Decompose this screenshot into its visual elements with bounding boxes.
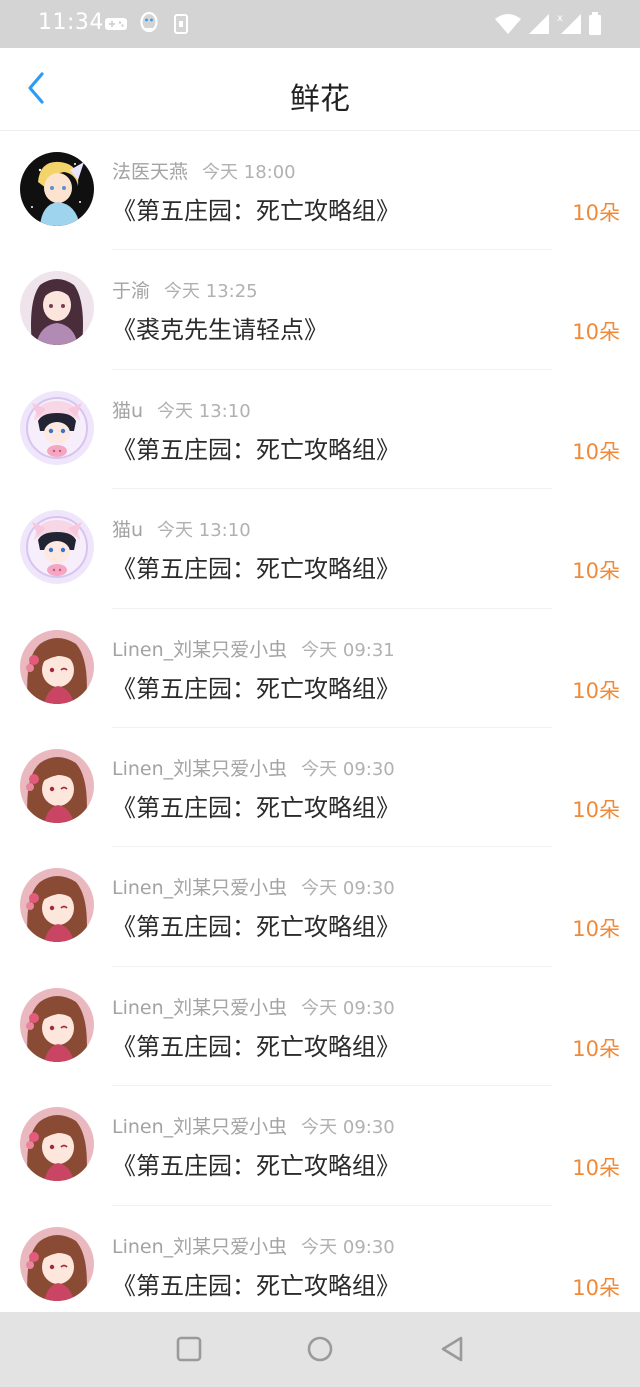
user-name[interactable]: Linen_刘某只爱小虫: [112, 639, 287, 661]
item-meta: Linen_刘某只爱小虫 今天 09:31: [112, 635, 395, 662]
book-title[interactable]: 《裘克先生请轻点》: [112, 310, 328, 345]
flower-count: 10朵: [572, 1036, 620, 1061]
user-name[interactable]: 猫u: [112, 519, 143, 541]
item-meta: 法医天燕 今天 18:00: [112, 157, 296, 184]
book-title[interactable]: 《第五庄园：死亡攻略组》: [112, 907, 400, 942]
signal-no-service-icon: x: [557, 13, 581, 34]
avatar[interactable]: [20, 1226, 94, 1301]
user-avatar-image: [20, 510, 94, 585]
book-title[interactable]: 《第五庄园：死亡攻略组》: [112, 1027, 400, 1062]
avatar[interactable]: [20, 629, 94, 704]
item-time: 今天 13:10: [157, 400, 251, 422]
flower-count: 10朵: [572, 320, 620, 345]
flower-list[interactable]: 法医天燕 今天 18:00 《第五庄园：死亡攻略组》 10朵 于渝 今天 13:25…: [0, 131, 640, 1312]
phone-icon: [174, 14, 188, 34]
book-title[interactable]: 《第五庄园：死亡攻略组》: [112, 430, 400, 465]
user-avatar-image: [20, 1107, 94, 1182]
item-meta: Linen_刘某只爱小虫 今天 09:30: [112, 993, 395, 1020]
list-item[interactable]: Linen_刘某只爱小虫 今天 09:31 《第五庄园：死亡攻略组》 10朵: [0, 609, 640, 729]
user-avatar-image: [20, 271, 94, 346]
wifi-icon: [495, 14, 521, 34]
flower-count: 10朵: [572, 201, 620, 225]
status-time: 11:34: [38, 10, 104, 35]
flower-count: 10朵: [572, 559, 620, 584]
avatar[interactable]: [20, 987, 94, 1062]
page-title: 鲜花: [290, 82, 350, 117]
item-time: 今天 18:00: [202, 162, 296, 183]
qq-icon: [140, 11, 158, 33]
avatar[interactable]: [20, 390, 94, 465]
user-avatar-image: [20, 629, 94, 704]
item-time: 今天 13:25: [164, 281, 258, 303]
item-time: 今天 13:10: [157, 520, 251, 542]
book-title[interactable]: 《第五庄园：死亡攻略组》: [112, 1266, 400, 1301]
item-time: 今天 09:30: [301, 1236, 395, 1258]
user-name[interactable]: Linen_刘某只爱小虫: [112, 1116, 287, 1138]
book-title[interactable]: 《第五庄园：死亡攻略组》: [112, 1146, 400, 1181]
user-avatar-image: [20, 868, 94, 943]
list-item[interactable]: Linen_刘某只爱小虫 今天 09:30 《第五庄园：死亡攻略组》 10朵: [0, 967, 640, 1087]
recents-square-icon[interactable]: [174, 1334, 204, 1364]
user-name[interactable]: Linen_刘某只爱小虫: [112, 1236, 287, 1258]
user-name[interactable]: 法医天燕: [112, 161, 188, 183]
avatar[interactable]: [20, 748, 94, 823]
battery-icon: [589, 12, 601, 35]
flower-count: 10朵: [572, 1156, 620, 1181]
item-time: 今天 09:30: [301, 878, 395, 900]
book-title[interactable]: 《第五庄园：死亡攻略组》: [112, 191, 400, 226]
list-item[interactable]: 猫u 今天 13:10 《第五庄园：死亡攻略组》 10朵: [0, 370, 640, 490]
user-avatar-image: [20, 987, 94, 1062]
list-item[interactable]: Linen_刘某只爱小虫 今天 09:30 《第五庄园：死亡攻略组》 10朵: [0, 1086, 640, 1206]
home-circle-icon[interactable]: [305, 1334, 335, 1364]
item-meta: Linen_刘某只爱小虫 今天 09:30: [112, 1112, 395, 1139]
gamepad-icon: [105, 18, 127, 30]
user-name[interactable]: Linen_刘某只爱小虫: [112, 997, 287, 1019]
user-avatar-image: [20, 748, 94, 823]
flower-count: 10朵: [572, 797, 620, 822]
user-avatar-image: [20, 152, 94, 226]
avatar[interactable]: [20, 152, 94, 226]
book-title[interactable]: 《第五庄园：死亡攻略组》: [112, 669, 400, 704]
item-meta: Linen_刘某只爱小虫 今天 09:30: [112, 873, 395, 900]
list-item[interactable]: Linen_刘某只爱小虫 今天 09:30 《第五庄园：死亡攻略组》 10朵: [0, 728, 640, 848]
avatar[interactable]: [20, 868, 94, 943]
flower-count: 10朵: [572, 439, 620, 464]
item-time: 今天 09:30: [301, 1117, 395, 1139]
flower-count: 10朵: [572, 1275, 620, 1300]
item-time: 今天 09:31: [301, 639, 395, 661]
user-name[interactable]: 猫u: [112, 400, 143, 422]
item-meta: 猫u 今天 13:10: [112, 396, 251, 423]
system-nav-bar: [0, 1312, 640, 1387]
item-meta: Linen_刘某只爱小虫 今天 09:30: [112, 754, 395, 781]
book-title[interactable]: 《第五庄园：死亡攻略组》: [112, 788, 400, 823]
user-name[interactable]: Linen_刘某只爱小虫: [112, 758, 287, 780]
list-item[interactable]: 于渝 今天 13:25 《裘克先生请轻点》 10朵: [0, 250, 640, 371]
back-triangle-icon[interactable]: [437, 1334, 467, 1364]
app-header: 鲜花: [0, 48, 640, 131]
user-name[interactable]: 于渝: [112, 280, 150, 302]
list-item[interactable]: 法医天燕 今天 18:00 《第五庄园：死亡攻略组》 10朵: [0, 131, 640, 251]
flower-count: 10朵: [572, 678, 620, 703]
user-avatar-image: [20, 1226, 94, 1301]
user-avatar-image: [20, 390, 94, 465]
status-bar: 11:34 x: [0, 0, 640, 48]
user-name[interactable]: Linen_刘某只爱小虫: [112, 877, 287, 899]
avatar[interactable]: [20, 510, 94, 585]
svg-text:x: x: [557, 13, 563, 24]
list-item[interactable]: Linen_刘某只爱小虫 今天 09:30 《第五庄园：死亡攻略组》 10朵: [0, 847, 640, 968]
flower-count: 10朵: [572, 917, 620, 942]
item-time: 今天 09:30: [301, 997, 395, 1019]
avatar[interactable]: [20, 271, 94, 346]
list-item[interactable]: Linen_刘某只爱小虫 今天 09:30 《第五庄园：死亡攻略组》 10朵: [0, 1206, 640, 1312]
item-meta: Linen_刘某只爱小虫 今天 09:30: [112, 1232, 395, 1259]
book-title[interactable]: 《第五庄园：死亡攻略组》: [112, 549, 400, 584]
list-item[interactable]: 猫u 今天 13:10 《第五庄园：死亡攻略组》 10朵: [0, 489, 640, 609]
item-meta: 猫u 今天 13:10: [112, 515, 251, 542]
item-time: 今天 09:30: [301, 758, 395, 780]
avatar[interactable]: [20, 1107, 94, 1182]
signal-icon: [529, 14, 549, 34]
item-meta: 于渝 今天 13:25: [112, 276, 258, 303]
